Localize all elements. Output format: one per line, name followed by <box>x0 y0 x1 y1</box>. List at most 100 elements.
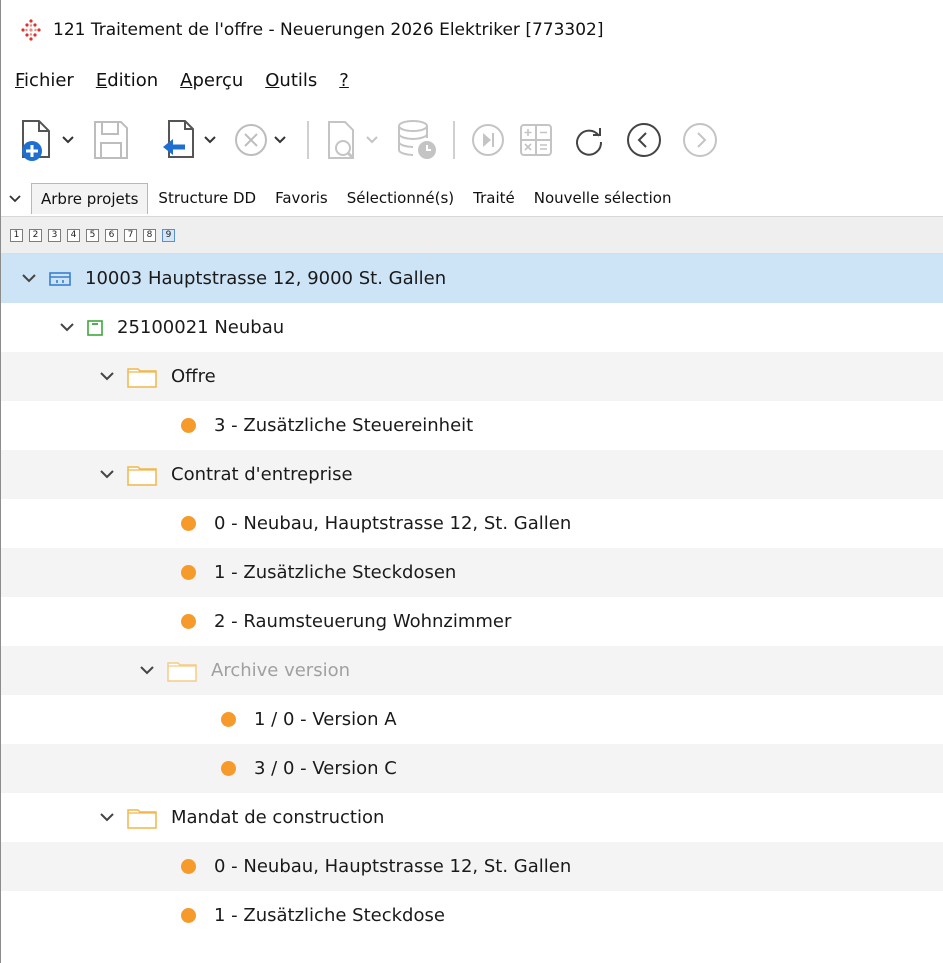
calculator-button[interactable] <box>517 121 555 159</box>
chevron-down-icon <box>9 195 21 203</box>
status-dot-icon <box>181 516 196 531</box>
expand-toggle[interactable] <box>97 470 117 479</box>
chevron-down-icon[interactable] <box>365 135 379 145</box>
tree-label: 1 / 0 - Version A <box>254 709 397 730</box>
level-8-button[interactable]: 8 <box>143 228 156 242</box>
level-9-button[interactable]: 9 <box>162 228 175 242</box>
title-bar: 121 Traitement de l'offre - Neuerungen 2… <box>1 0 943 60</box>
level-3-button[interactable]: 3 <box>48 228 61 242</box>
tree-label: Archive version <box>211 660 350 681</box>
calculator-icon <box>520 124 552 156</box>
menu-edition[interactable]: Edition <box>96 70 158 91</box>
tree-label: 2 - Raumsteuerung Wohnzimmer <box>214 611 512 632</box>
chevron-right-circle-icon <box>683 123 717 157</box>
tree-label: Mandat de construction <box>171 807 385 828</box>
app-window: 121 Traitement de l'offre - Neuerungen 2… <box>0 0 943 963</box>
tree-row-archive-item[interactable]: 3 / 0 - Version C <box>1 744 943 793</box>
import-button[interactable] <box>159 117 223 163</box>
preview-document-button[interactable] <box>323 118 385 162</box>
database-clock-icon <box>398 120 436 159</box>
tab-arbre-projets[interactable]: Arbre projets <box>31 182 149 214</box>
new-document-icon <box>22 120 50 161</box>
level-1-button[interactable]: 1 <box>10 228 23 242</box>
status-dot-icon <box>221 761 236 776</box>
skip-next-icon <box>472 124 504 156</box>
document-search-icon <box>328 121 355 160</box>
tab-favoris[interactable]: Favoris <box>266 183 337 213</box>
tab-nouvelle-selection[interactable]: Nouvelle sélection <box>525 183 681 213</box>
new-document-button[interactable] <box>17 117 81 163</box>
refresh-icon <box>576 128 603 156</box>
chevron-down-icon <box>100 813 114 822</box>
tree-row-folder-contrat[interactable]: Contrat d'entreprise <box>1 450 943 499</box>
folder-icon <box>127 807 157 829</box>
tree-row-mandat-item[interactable]: 1 - Zusätzliche Steckdose <box>1 891 943 940</box>
tree-row-mandat-item[interactable]: 0 - Neubau, Hauptstrasse 12, St. Gallen <box>1 842 943 891</box>
tab-traite[interactable]: Traité <box>464 183 524 213</box>
status-dot-icon <box>181 565 196 580</box>
expand-toggle[interactable] <box>57 323 77 332</box>
expand-toggle[interactable] <box>97 813 117 822</box>
forward-button[interactable] <box>681 121 719 159</box>
tree-row-folder-offre[interactable]: Offre <box>1 352 943 401</box>
menu-bar: Fichier Edition Aperçu Outils ? <box>1 60 943 100</box>
tree-row-contrat-item[interactable]: 2 - Raumsteuerung Wohnzimmer <box>1 597 943 646</box>
save-button[interactable] <box>91 118 131 162</box>
chevron-down-icon[interactable] <box>273 135 287 145</box>
level-5-button[interactable]: 5 <box>86 228 99 242</box>
tree-label: Offre <box>171 366 216 387</box>
tree-row-contrat-item[interactable]: 1 - Zusätzliche Steckdosen <box>1 548 943 597</box>
tree-row-folder-mandat[interactable]: Mandat de construction <box>1 793 943 842</box>
database-button[interactable] <box>395 118 439 162</box>
tree-row-object[interactable]: 25100021 Neubau <box>1 303 943 352</box>
toolbar-separator <box>453 121 455 159</box>
level-7-button[interactable]: 7 <box>124 228 137 242</box>
project-icon <box>49 271 71 286</box>
tree-row-folder-archive[interactable]: Archive version <box>1 646 943 695</box>
folder-icon <box>127 464 157 486</box>
expand-toggle[interactable] <box>137 666 157 675</box>
tree-label: Contrat d'entreprise <box>171 464 353 485</box>
folder-icon <box>167 660 197 682</box>
menu-outils[interactable]: Outils <box>265 70 317 91</box>
refresh-button[interactable] <box>571 122 607 158</box>
red-diamond-dots-icon <box>21 19 41 41</box>
cancel-button[interactable] <box>233 122 293 158</box>
tab-structure-dd[interactable]: Structure DD <box>149 183 265 213</box>
object-icon <box>87 319 103 336</box>
tree-row-project[interactable]: 10003 Hauptstrasse 12, 9000 St. Gallen <box>1 254 943 303</box>
tree-label: 3 / 0 - Version C <box>254 758 397 779</box>
tree-label: 3 - Zusätzliche Steuereinheit <box>214 415 474 436</box>
chevron-left-circle-icon <box>627 123 661 157</box>
toolbar-separator <box>307 121 309 159</box>
level-4-button[interactable]: 4 <box>67 228 80 242</box>
skip-next-button[interactable] <box>469 121 507 159</box>
toolbar <box>1 100 943 180</box>
chevron-down-icon <box>22 274 36 283</box>
tree-label: 0 - Neubau, Hauptstrasse 12, St. Gallen <box>214 513 572 534</box>
tree-label: 1 - Zusätzliche Steckdosen <box>214 562 457 583</box>
save-icon <box>94 121 128 159</box>
view-tabs: Arbre projets Structure DD Favoris Sélec… <box>1 180 943 217</box>
tree-row-archive-item[interactable]: 1 / 0 - Version A <box>1 695 943 744</box>
tree-label: 1 - Zusätzliche Steckdose <box>214 905 445 926</box>
tree-row-contrat-item[interactable]: 0 - Neubau, Hauptstrasse 12, St. Gallen <box>1 499 943 548</box>
chevron-down-icon[interactable] <box>61 135 75 145</box>
level-2-button[interactable]: 2 <box>29 228 42 242</box>
window-title: 121 Traitement de l'offre - Neuerungen 2… <box>53 20 604 40</box>
project-tree: 10003 Hauptstrasse 12, 9000 St. Gallen 2… <box>1 254 943 940</box>
tree-label: 10003 Hauptstrasse 12, 9000 St. Gallen <box>85 268 447 289</box>
menu-fichier[interactable]: Fichier <box>15 70 74 91</box>
back-button[interactable] <box>625 121 663 159</box>
chevron-down-icon <box>140 666 154 675</box>
expand-toggle[interactable] <box>97 372 117 381</box>
tab-selectionnes[interactable]: Sélectionné(s) <box>338 183 463 213</box>
status-dot-icon <box>181 859 196 874</box>
expand-toggle[interactable] <box>19 274 39 283</box>
menu-help[interactable]: ? <box>339 70 349 91</box>
tree-row-offre-item[interactable]: 3 - Zusätzliche Steuereinheit <box>1 401 943 450</box>
level-6-button[interactable]: 6 <box>105 228 118 242</box>
menu-apercu[interactable]: Aperçu <box>180 70 243 91</box>
chevron-down-icon[interactable] <box>203 135 217 145</box>
collapse-tabs-button[interactable] <box>5 189 25 207</box>
